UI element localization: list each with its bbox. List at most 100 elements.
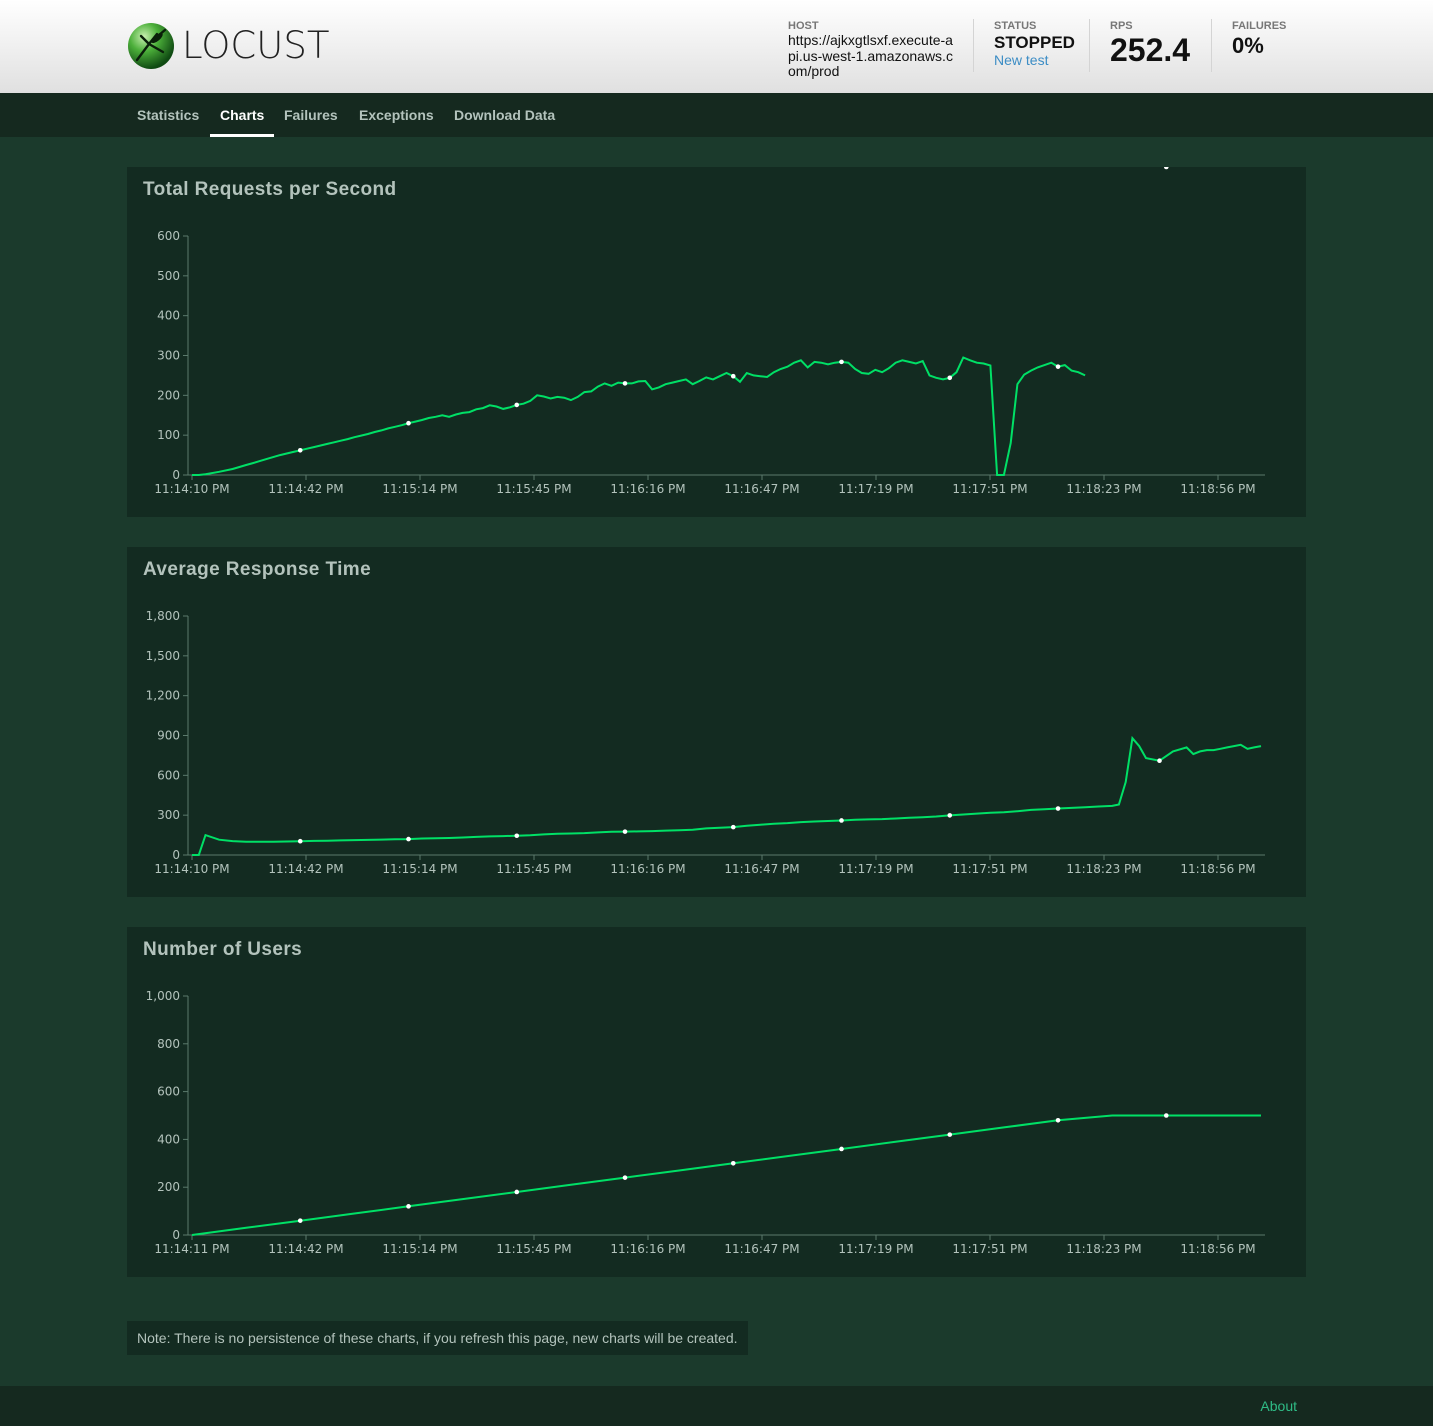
rps-chart-svg[interactable]: 0 100 200 300 400 500 600 11:14:10 PM 11:14:42 P…: [127, 167, 1306, 517]
data-point[interactable]: [514, 833, 520, 839]
x-tick-label: 11:16:47 PM: [724, 862, 799, 876]
x-tick-label: 11:16:16 PM: [610, 1242, 685, 1256]
divider: [973, 19, 974, 72]
chart-response-time: Average Response Time 0 300 600 900 1,200 1,5…: [127, 547, 1306, 897]
data-point[interactable]: [514, 1189, 520, 1195]
data-point[interactable]: [1157, 758, 1162, 764]
rps-label: RPS: [1110, 20, 1133, 32]
x-tick-label: 11:17:19 PM: [838, 482, 913, 496]
data-point[interactable]: [1055, 1117, 1061, 1123]
y-tick-label: 0: [172, 848, 180, 862]
data-point[interactable]: [730, 824, 736, 830]
x-tick-label: 11:17:19 PM: [838, 1242, 913, 1256]
host-value: https://ajkxgtlsxf.execute-api.us-west-1…: [788, 32, 953, 79]
failures-stat: FAILURES 0%: [1232, 20, 1286, 58]
x-tick-label: 11:15:14 PM: [382, 482, 457, 496]
x-tick-label: 11:15:45 PM: [496, 482, 571, 496]
y-tick-label: 0: [172, 1228, 180, 1242]
data-point[interactable]: [730, 1161, 736, 1166]
x-tick-label: 11:14:10 PM: [154, 482, 229, 496]
y-tick-label: 0: [172, 468, 180, 482]
y-tick-label: 900: [157, 729, 180, 743]
persistence-note: Note: There is no persistence of these c…: [127, 1321, 748, 1355]
tab-failures[interactable]: Failures: [284, 93, 338, 137]
locust-logo-icon: [128, 23, 174, 69]
host-label: HOST: [788, 20, 819, 32]
status-value: STOPPED: [994, 33, 1075, 52]
data-point[interactable]: [406, 1204, 411, 1209]
y-tick-label: 400: [157, 309, 180, 323]
y-tick-label: 300: [157, 349, 180, 363]
data-point[interactable]: [1163, 1113, 1169, 1118]
users-chart-svg[interactable]: 0 200 400 600 800 1,000 11:14:11 PM 11:14:42 PM…: [127, 927, 1306, 1277]
data-point[interactable]: [406, 420, 411, 426]
failures-label: FAILURES: [1232, 20, 1287, 32]
data-point[interactable]: [514, 402, 520, 408]
y-tick-label: 800: [157, 1037, 180, 1051]
about-link[interactable]: About: [1260, 1398, 1297, 1414]
y-tick-label: 500: [157, 269, 180, 283]
y-tick-label: 100: [157, 428, 180, 442]
x-tick-label: 11:18:23 PM: [1066, 1242, 1141, 1256]
x-tick-label: 11:17:51 PM: [952, 1242, 1027, 1256]
data-point[interactable]: [622, 1175, 628, 1180]
tab-charts[interactable]: Charts: [209, 93, 275, 137]
rps-stat: RPS 252.4: [1110, 20, 1190, 67]
tab-download-data[interactable]: Download Data: [454, 93, 555, 137]
y-tick-label: 1,800: [146, 609, 180, 623]
x-tick-label: 11:18:23 PM: [1066, 482, 1141, 496]
x-tick-label: 11:14:42 PM: [268, 862, 343, 876]
series-line: [192, 356, 1086, 476]
data-point[interactable]: [406, 836, 411, 842]
x-tick-label: 11:14:11 PM: [154, 1242, 229, 1256]
data-point[interactable]: [297, 838, 303, 844]
data-point[interactable]: [1055, 806, 1061, 811]
response-time-chart-svg[interactable]: 0 300 600 900 1,200 1,500 1,800 11:14:10 PM 11:1…: [127, 547, 1306, 897]
y-tick-label: 600: [157, 1085, 180, 1099]
status-stat: STATUS STOPPED New test: [994, 20, 1075, 68]
x-tick-label: 11:16:16 PM: [610, 482, 685, 496]
tab-statistics[interactable]: Statistics: [137, 93, 199, 137]
data-point[interactable]: [839, 359, 844, 365]
x-tick-label: 11:18:56 PM: [1180, 482, 1255, 496]
x-tick-label: 11:17:19 PM: [838, 862, 913, 876]
x-tick-label: 11:15:45 PM: [496, 862, 571, 876]
data-point[interactable]: [622, 829, 628, 834]
locust-logo[interactable]: LOCUST: [127, 22, 337, 72]
x-tick-label: 11:18:56 PM: [1180, 862, 1255, 876]
divider: [1211, 19, 1212, 72]
x-tick-label: 11:16:16 PM: [610, 862, 685, 876]
divider: [1089, 19, 1090, 72]
x-tick-label: 11:14:42 PM: [268, 482, 343, 496]
data-point[interactable]: [297, 448, 303, 453]
x-tick-label: 11:17:51 PM: [952, 862, 1027, 876]
x-tick-label: 11:14:10 PM: [154, 862, 229, 876]
status-label: STATUS: [994, 20, 1037, 32]
y-tick-label: 1,000: [146, 989, 180, 1003]
x-tick-label: 11:16:47 PM: [724, 482, 799, 496]
x-tick-label: 11:17:51 PM: [952, 482, 1027, 496]
failures-value: 0%: [1232, 33, 1264, 58]
footer: About: [0, 1386, 1433, 1426]
data-point[interactable]: [947, 813, 953, 818]
data-point[interactable]: [1055, 364, 1061, 369]
data-point[interactable]: [1163, 167, 1169, 170]
y-tick-label: 600: [157, 229, 180, 243]
tab-exceptions[interactable]: Exceptions: [359, 93, 434, 137]
tab-bar: Statistics Charts Failures Exceptions Do…: [0, 93, 1433, 137]
x-tick-label: 11:18:56 PM: [1180, 1242, 1255, 1256]
data-point[interactable]: [730, 373, 736, 379]
data-point[interactable]: [839, 1146, 844, 1152]
data-point[interactable]: [947, 375, 953, 381]
logo-text: LOCUST: [182, 24, 330, 67]
new-test-link[interactable]: New test: [994, 52, 1075, 68]
data-point[interactable]: [839, 818, 844, 823]
host-stat: HOST https://ajkxgtlsxf.execute-api.us-w…: [788, 20, 956, 80]
y-tick-label: 300: [157, 808, 180, 822]
y-tick-label: 200: [157, 388, 180, 402]
y-tick-label: 1,500: [146, 649, 180, 663]
data-point[interactable]: [297, 1218, 303, 1223]
data-point[interactable]: [947, 1132, 953, 1137]
x-tick-label: 11:14:42 PM: [268, 1242, 343, 1256]
data-point[interactable]: [622, 381, 628, 386]
